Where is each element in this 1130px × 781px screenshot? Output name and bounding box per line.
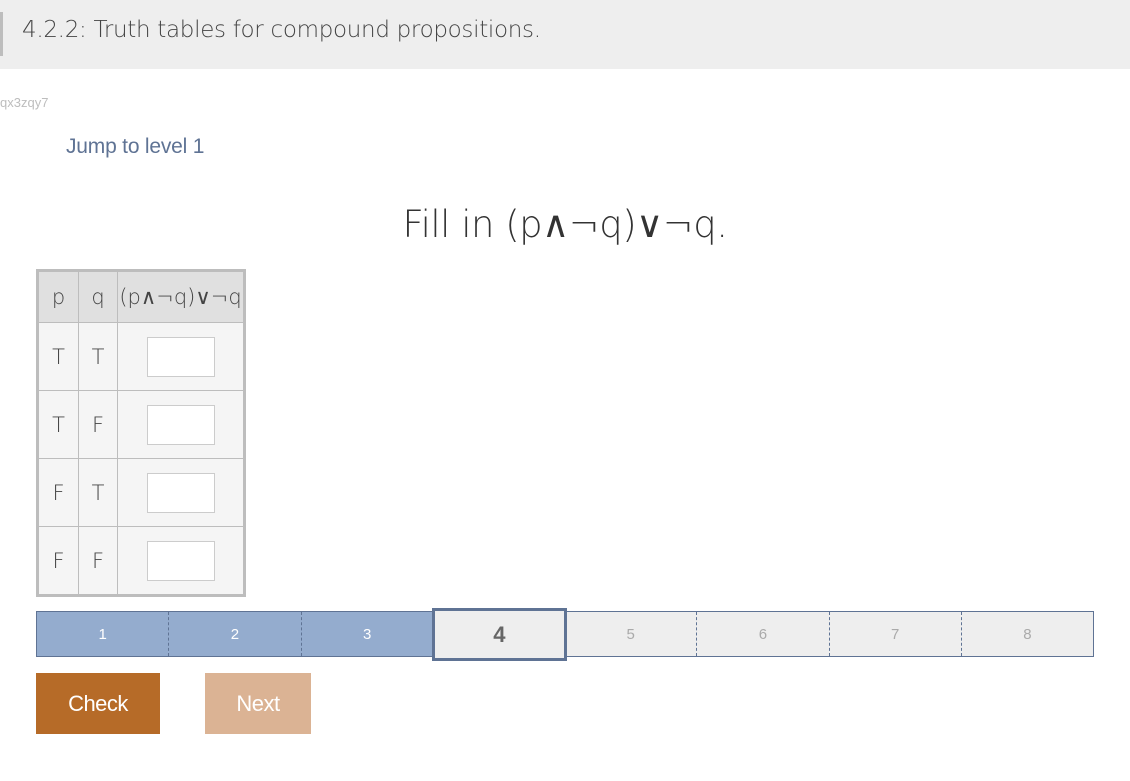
- cell-answer: [117, 322, 245, 391]
- table-row: F F: [37, 526, 245, 596]
- level-6-segment: 6: [697, 612, 830, 656]
- column-header-q: q: [78, 270, 118, 323]
- level-3-segment[interactable]: 3: [301, 612, 434, 656]
- cell-q: F: [78, 390, 118, 459]
- answer-input[interactable]: [146, 472, 215, 513]
- level-1-segment[interactable]: 1: [37, 612, 170, 656]
- answer-input[interactable]: [146, 540, 215, 581]
- table-row: F T: [37, 458, 245, 527]
- next-button[interactable]: Next: [205, 673, 311, 734]
- cell-answer: [117, 526, 245, 596]
- cell-p: F: [37, 458, 79, 527]
- level-5-segment: 5: [565, 612, 698, 656]
- page-title: 4.2.2: Truth tables for compound proposi…: [22, 17, 541, 43]
- truth-table: p q (p∧¬q)∨¬q T T T F F T F F: [36, 269, 246, 597]
- cell-answer: [117, 390, 245, 459]
- jump-to-level-link[interactable]: Jump to level 1: [66, 135, 204, 159]
- level-4-segment-current[interactable]: 4: [431, 608, 568, 661]
- level-progress-bar: 1 2 3 4 5 6 7 8: [36, 608, 1094, 661]
- level-8-segment: 8: [1023, 625, 1032, 643]
- header-accent-bar: [0, 12, 3, 56]
- table-row: T F: [37, 390, 245, 459]
- column-header-expression: (p∧¬q)∨¬q: [117, 270, 245, 323]
- answer-input[interactable]: [146, 336, 215, 377]
- header: 4.2.2: Truth tables for compound proposi…: [0, 0, 1130, 69]
- cell-q: T: [78, 458, 118, 527]
- answer-input[interactable]: [146, 404, 215, 445]
- cell-p: F: [37, 526, 79, 596]
- level-2-segment[interactable]: 2: [169, 612, 302, 656]
- table-header-row: p q (p∧¬q)∨¬q: [37, 270, 245, 323]
- cell-p: T: [37, 390, 79, 459]
- activity-id: qx3zqy7: [0, 95, 49, 110]
- cell-q: F: [78, 526, 118, 596]
- cell-answer: [117, 458, 245, 527]
- cell-p: T: [37, 322, 79, 391]
- column-header-p: p: [37, 270, 79, 323]
- question-prompt: Fill in (p∧¬q)∨¬q.: [402, 203, 728, 246]
- level-7-segment: 7: [830, 612, 962, 656]
- cell-q: T: [78, 322, 118, 391]
- check-button[interactable]: Check: [36, 673, 160, 734]
- table-row: T T: [37, 322, 245, 391]
